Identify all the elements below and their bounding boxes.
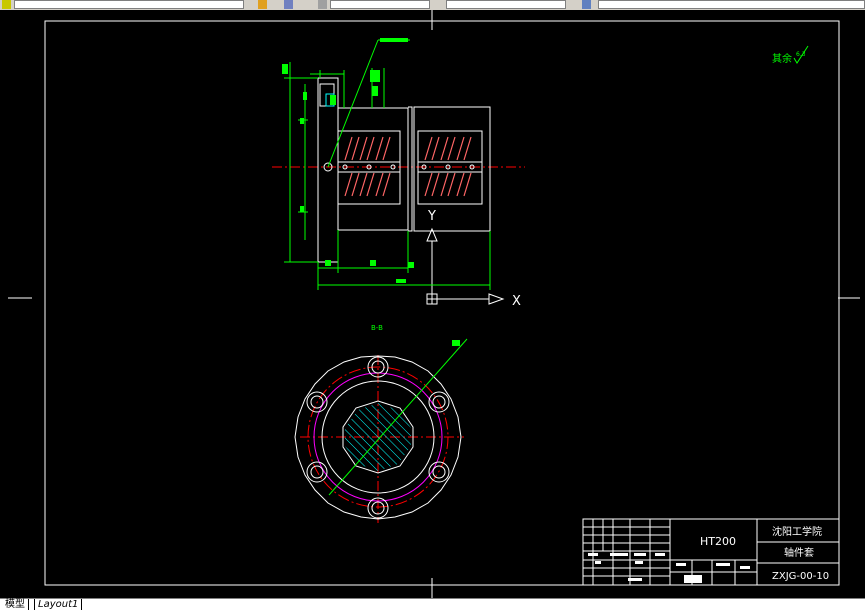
drawing-number-text: ZXJG-00-10 — [772, 571, 829, 582]
plot-style-icon[interactable] — [582, 0, 591, 9]
color-icon[interactable] — [318, 0, 327, 9]
tab-model[interactable]: 模型 — [2, 599, 29, 610]
front-view: Y X — [272, 38, 525, 309]
part-name-text: 轴件套 — [784, 546, 814, 559]
axis-y-label: Y — [427, 209, 436, 224]
title-block: HT200 沈阳工学院 轴件套 ZXJG-00-10 — [582, 518, 840, 586]
drawing-svg: 其余 6.3 Y X B-B HT200 沈阳工学院 轴件套 ZXJG-00-1… — [8, 10, 860, 598]
axis-x-label: X — [512, 294, 521, 309]
section-label: B-B — [371, 324, 383, 332]
linetype-dropdown[interactable] — [446, 0, 566, 9]
school-text: 沈阳工学院 — [772, 525, 822, 538]
tab-layout1[interactable]: Layout1 — [34, 599, 83, 610]
drawing-canvas[interactable]: 其余 6.3 Y X B-B HT200 沈阳工学院 轴件套 ZXJG-00-1… — [0, 10, 865, 598]
roughness-note: 其余 6.3 — [772, 45, 809, 65]
layer-dropdown[interactable] — [14, 0, 244, 9]
section-view: B-B — [294, 324, 468, 523]
color-dropdown[interactable] — [330, 0, 430, 9]
layer-state-icon[interactable] — [284, 0, 293, 9]
surface-note-text: 其余 — [772, 52, 792, 65]
layout-tabs: 模型 Layout1 — [0, 598, 865, 611]
layer-icon[interactable] — [2, 0, 11, 9]
material-text: HT200 — [700, 535, 736, 548]
drawing-frame — [44, 20, 840, 586]
plot-style-dropdown[interactable] — [598, 0, 865, 9]
match-properties-icon[interactable] — [258, 0, 267, 9]
